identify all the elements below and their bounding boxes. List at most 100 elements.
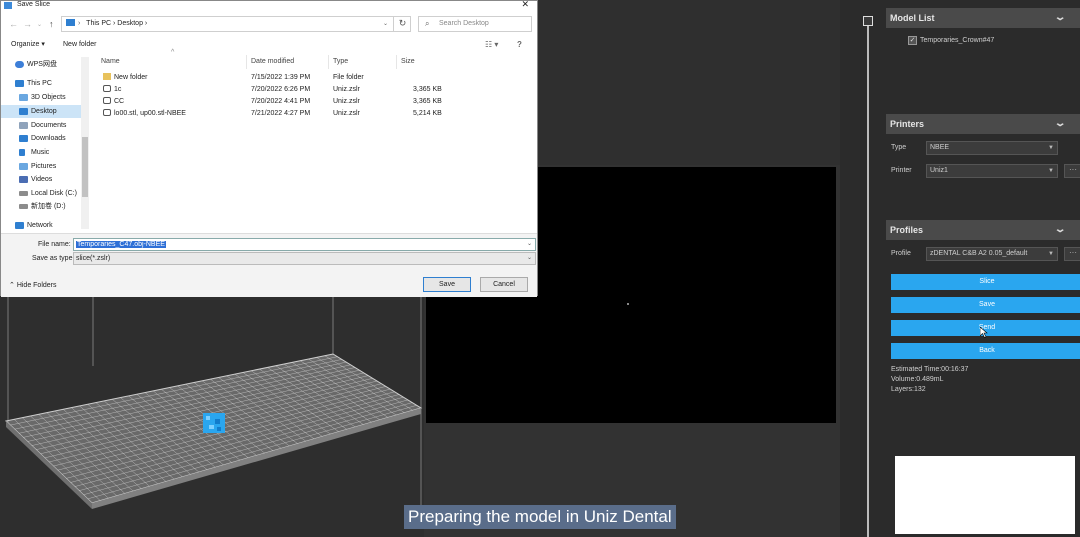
table-row[interactable]: lo00.stl, up00.stl-NBEE 7/21/2022 4:27 P…: [97, 108, 537, 120]
nav-item-drive-d[interactable]: 新加卷 (D:): [1, 200, 89, 213]
nav-item-this-pc[interactable]: This PC: [1, 77, 89, 90]
cube-icon: [19, 94, 28, 101]
profiles-header[interactable]: Profiles ⌄: [886, 220, 1080, 240]
layers: Layers:132: [891, 386, 926, 393]
dialog-cancel-button[interactable]: Cancel: [480, 277, 528, 292]
printer-label: Printer: [891, 167, 912, 174]
dialog-bottom: File name: Temporaries_C47.obj-NBEE ⌄ Sa…: [1, 233, 537, 297]
up-arrow-icon[interactable]: ↑: [49, 19, 54, 29]
white-overlay-box: [895, 456, 1075, 534]
music-icon: [19, 149, 25, 156]
dropdown-arrow-icon: ▼: [1048, 145, 1054, 151]
nav-item-wps-cloud[interactable]: WPS网盘: [1, 58, 89, 71]
printers-header[interactable]: Printers ⌄: [886, 114, 1080, 134]
network-icon: [15, 222, 24, 229]
column-header-size[interactable]: Size: [397, 55, 441, 69]
column-header-name[interactable]: Name: [97, 55, 247, 69]
nav-item-local-disk-c[interactable]: Local Disk (C:): [1, 187, 89, 200]
app-root: Model List ⌄ ✓ Temporaries_Crown#47 Prin…: [0, 0, 1080, 537]
scrollbar-thumb[interactable]: [82, 137, 88, 197]
chevron-down-icon[interactable]: ⌄: [37, 21, 42, 28]
dialog-title: Save Slice: [17, 1, 51, 8]
profile-more-button[interactable]: ···: [1064, 247, 1080, 261]
chevron-down-icon: ⌄: [1053, 118, 1067, 129]
column-header-type[interactable]: Type: [329, 55, 397, 69]
chevron-down-icon[interactable]: ⌄: [383, 17, 388, 31]
file-icon: [103, 85, 111, 92]
estimated-time: Estimated Time:00:16:37: [891, 366, 969, 373]
table-row[interactable]: CC 7/20/2022 4:41 PM Uniz.zslr 3,365 KB: [97, 96, 537, 108]
printer-more-button[interactable]: ···: [1064, 164, 1080, 178]
refresh-icon[interactable]: ↻: [393, 16, 411, 32]
dialog-toolbar: Organize ▾ New folder ☷ ▾ ?: [1, 37, 537, 53]
file-icon: [103, 97, 111, 104]
table-row[interactable]: New folder 7/15/2022 1:39 PM File folder: [97, 72, 537, 84]
disk-icon: [19, 204, 28, 209]
document-icon: [19, 122, 28, 129]
file-name-input[interactable]: Temporaries_C47.obj-NBEE ⌄: [73, 238, 536, 251]
column-header-date[interactable]: Date modified: [247, 55, 329, 69]
navigation-pane: WPS网盘 This PC 3D Objects Desktop Documen…: [1, 53, 90, 231]
dialog-title-bar: Save Slice ✕: [1, 0, 537, 11]
address-bar[interactable]: › This PC › Desktop › ⌄: [61, 16, 411, 32]
dialog-save-button[interactable]: Save: [423, 277, 471, 292]
chevron-up-icon: ⌃: [9, 282, 17, 289]
search-input[interactable]: ⌕ Search Desktop: [418, 16, 532, 32]
chevron-down-icon: ⌄: [1053, 224, 1067, 235]
model-list-item[interactable]: ✓ Temporaries_Crown#47: [908, 36, 994, 45]
save-slice-dialog: Save Slice ✕ ← → ⌄ ↑ › This PC › Desktop…: [0, 0, 538, 297]
nav-item-documents[interactable]: Documents: [1, 119, 89, 132]
save-button[interactable]: Save: [891, 297, 1080, 313]
disk-icon: [19, 191, 28, 196]
nav-item-music[interactable]: Music: [1, 146, 89, 159]
desktop-icon: [19, 108, 28, 115]
back-arrow-icon[interactable]: ←: [9, 19, 18, 29]
layer-slider-track[interactable]: [867, 22, 869, 537]
hide-folders-toggle[interactable]: ⌃ Hide Folders: [9, 281, 57, 289]
back-button[interactable]: Back: [891, 343, 1080, 359]
organize-button[interactable]: Organize ▾: [11, 37, 45, 53]
close-icon[interactable]: ✕: [521, 0, 529, 9]
nav-pane-scrollbar[interactable]: [81, 57, 89, 229]
profile-select[interactable]: zDENTAL C&B A2 0.05_default ▼: [926, 247, 1058, 261]
search-icon: ⌕: [425, 19, 430, 28]
3d-viewport[interactable]: [0, 296, 424, 537]
nav-item-3d-objects[interactable]: 3D Objects: [1, 91, 89, 104]
slice-button[interactable]: Slice: [891, 274, 1080, 290]
nav-item-network[interactable]: Network: [1, 219, 89, 231]
chevron-down-icon[interactable]: ⌄: [527, 239, 532, 250]
model-list-header[interactable]: Model List ⌄: [886, 8, 1080, 28]
navigation-bar: ← → ⌄ ↑ › This PC › Desktop › ⌄ ↻ ⌕ Sear…: [1, 13, 537, 35]
nav-item-downloads[interactable]: Downloads: [1, 132, 89, 145]
computer-icon: [66, 19, 75, 26]
layer-slider-thumb[interactable]: [863, 16, 873, 26]
forward-arrow-icon[interactable]: →: [23, 19, 32, 29]
new-folder-button[interactable]: New folder: [63, 37, 96, 53]
printer-select[interactable]: Uniz1 ▼: [926, 164, 1058, 178]
type-label: Type: [891, 144, 907, 151]
build-plate-svg: [4, 296, 423, 509]
video-caption: Preparing the model in Uniz Dental: [404, 505, 676, 529]
help-icon[interactable]: ?: [517, 37, 522, 53]
chevron-down-icon[interactable]: ⌄: [527, 253, 532, 264]
computer-icon: [15, 80, 24, 87]
nav-item-pictures[interactable]: Pictures: [1, 160, 89, 173]
nav-item-desktop[interactable]: Desktop: [1, 105, 89, 118]
checkbox-checked-icon[interactable]: ✓: [908, 36, 917, 45]
view-options-icon[interactable]: ☷ ▾: [485, 37, 498, 53]
mouse-cursor-icon: [980, 327, 988, 338]
nav-item-videos[interactable]: Videos: [1, 173, 89, 186]
layer-slider-area: [840, 0, 884, 537]
download-icon: [19, 135, 28, 142]
save-type-select[interactable]: slice(*.zslr) ⌄: [73, 252, 536, 265]
dropdown-arrow-icon: ▼: [1048, 251, 1054, 257]
chevron-down-icon: ⌄: [1053, 12, 1067, 23]
save-type-label: Save as type:: [32, 255, 75, 262]
type-select[interactable]: NBEE ▼: [926, 141, 1058, 155]
video-icon: [19, 176, 28, 183]
dropdown-arrow-icon: ▼: [1048, 168, 1054, 174]
volume: Volume:0.489mL: [891, 376, 944, 383]
folder-icon: [103, 73, 111, 80]
dental-model: [203, 413, 225, 433]
table-row[interactable]: 1c 7/20/2022 6:26 PM Uniz.zslr 3,365 KB: [97, 84, 537, 96]
